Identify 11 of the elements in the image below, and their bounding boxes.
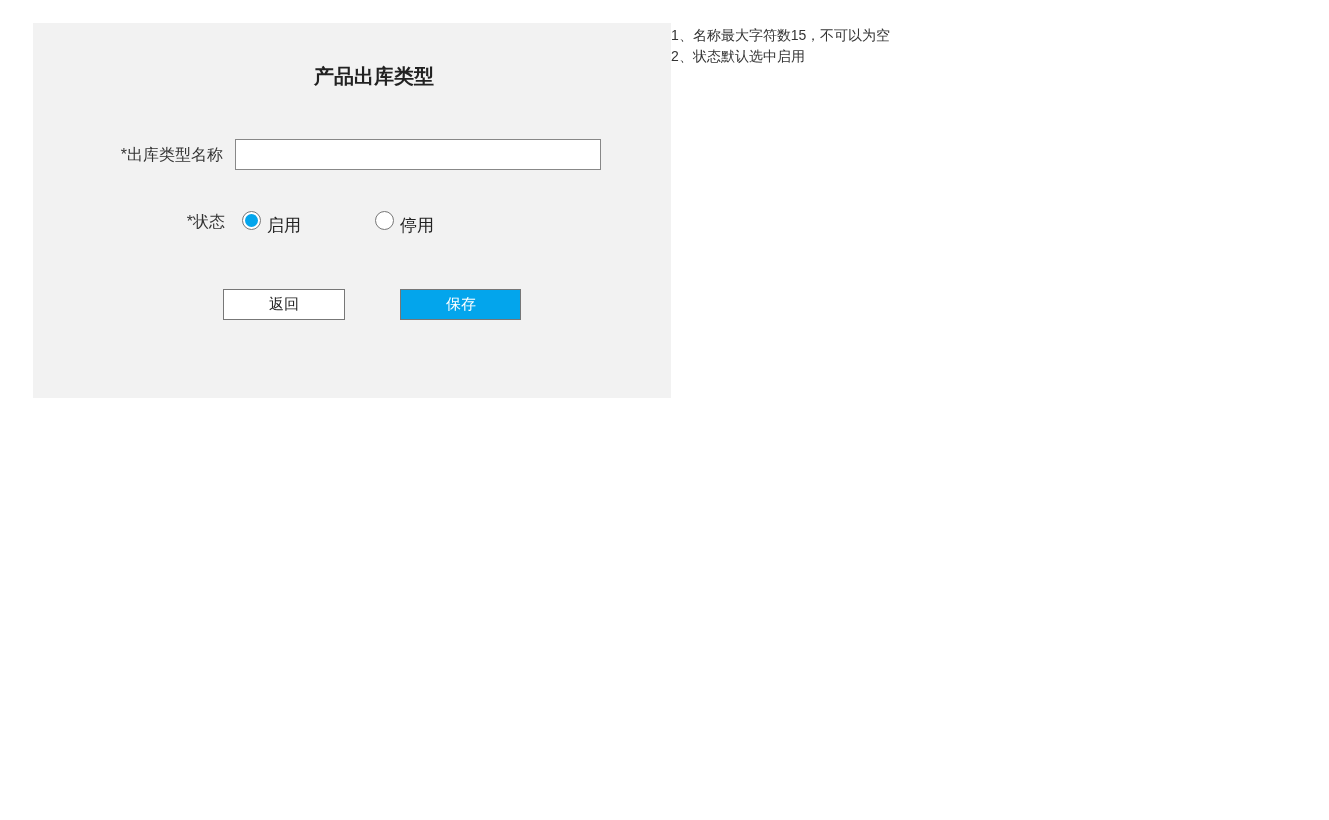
- field-label: *状态: [185, 212, 225, 232]
- note-text: 1、名称最大字符数15，不可以为空: [671, 26, 891, 45]
- input-field[interactable]: [235, 139, 601, 170]
- back-button[interactable]: 返回: [223, 288, 345, 320]
- form-title: 产品出库类型: [314, 64, 434, 89]
- field-label: *出库类型名称: [119, 144, 223, 165]
- note-text: 2、状态默认选中启用: [671, 47, 806, 66]
- radio-label: 停用: [400, 215, 434, 237]
- radio-label: 启用: [267, 215, 301, 237]
- radio-button[interactable]: [375, 211, 394, 230]
- radio-button[interactable]: [242, 211, 261, 230]
